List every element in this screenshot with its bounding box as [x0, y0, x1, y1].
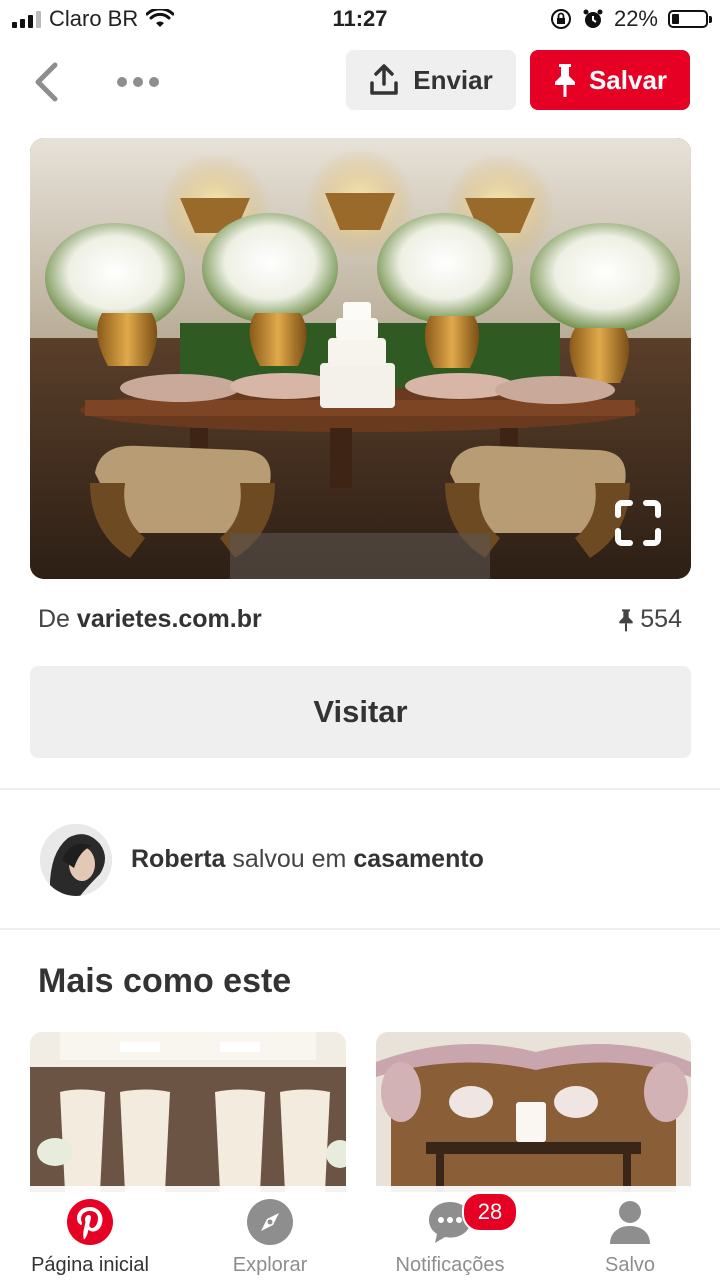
- save-button[interactable]: Salvar: [530, 50, 690, 110]
- source-domain: varietes.com.br: [76, 605, 262, 633]
- visual-search-button[interactable]: [610, 495, 666, 551]
- status-right: 22%: [550, 6, 712, 32]
- related-pin-2[interactable]: [376, 1032, 691, 1192]
- source-prefix: De: [38, 605, 70, 633]
- lens-scan-icon: [615, 500, 661, 546]
- back-button[interactable]: [26, 60, 66, 104]
- visit-button[interactable]: Visitar: [30, 666, 691, 758]
- send-button[interactable]: Enviar: [346, 50, 516, 110]
- pin-source[interactable]: De varietes.com.br: [38, 605, 262, 634]
- pin-image[interactable]: [30, 138, 691, 579]
- alarm-icon: [583, 9, 603, 28]
- activity-user[interactable]: Roberta: [131, 845, 225, 873]
- notification-count-badge: 28: [462, 1192, 518, 1232]
- draped-ballroom-photo: [30, 1032, 346, 1192]
- share-upload-icon: [370, 64, 398, 95]
- status-bar: Claro BR 11:27 22%: [0, 0, 720, 40]
- nav-notifications-label: Notificações: [395, 1254, 505, 1276]
- wedding-cake-table-photo: [30, 138, 691, 579]
- battery-percent: 22%: [613, 6, 658, 31]
- pinterest-logo-icon: [67, 1199, 113, 1245]
- chevron-left-icon: [35, 62, 58, 102]
- profile-icon: [610, 1201, 650, 1244]
- nav-explore[interactable]: Explorar: [180, 1186, 360, 1280]
- compass-icon: [247, 1199, 293, 1245]
- nav-saved[interactable]: Salvo: [540, 1186, 720, 1280]
- divider: [0, 788, 720, 790]
- rustic-dessert-table-photo: [376, 1032, 691, 1192]
- activity-action: salvou em: [232, 845, 347, 873]
- save-count-value: 554: [640, 605, 682, 633]
- dot: [133, 77, 143, 87]
- dot: [149, 77, 159, 87]
- pin-icon: [619, 608, 633, 631]
- nav-home-label: Página inicial: [31, 1254, 149, 1276]
- send-label: Enviar: [413, 64, 493, 95]
- save-label: Salvar: [588, 64, 668, 95]
- nav-saved-label: Salvo: [604, 1254, 656, 1276]
- nav-explore-label: Explorar: [232, 1254, 308, 1276]
- user-photo: [40, 824, 112, 896]
- bottom-nav: Página inicial Explorar Notificações Sal…: [0, 1186, 720, 1280]
- activity-board[interactable]: casamento: [353, 845, 484, 873]
- dot: [117, 77, 127, 87]
- battery-icon: [668, 10, 712, 28]
- rotation-lock-icon: [550, 9, 571, 29]
- related-pin-1[interactable]: [30, 1032, 346, 1192]
- more-options-button[interactable]: [108, 62, 168, 102]
- nav-home[interactable]: Página inicial: [0, 1186, 180, 1280]
- avatar[interactable]: [40, 824, 112, 896]
- divider: [0, 928, 720, 930]
- section-title: Mais como este: [38, 962, 292, 1000]
- save-count: 554: [618, 605, 682, 634]
- pin-icon: [554, 64, 575, 97]
- activity-text: Roberta salvou em casamento: [131, 845, 484, 874]
